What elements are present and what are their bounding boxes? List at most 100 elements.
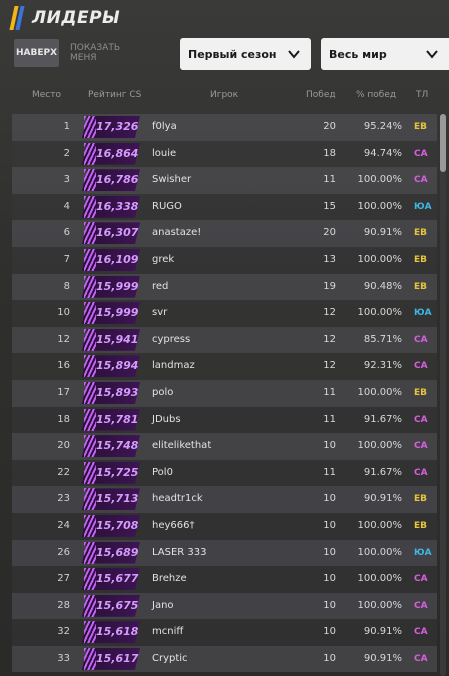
player-name[interactable]: cypress (152, 327, 292, 354)
winpct-cell: 91.67% (363, 413, 402, 425)
rating-badge: 15,713 (82, 488, 142, 511)
player-name[interactable]: f0lya (152, 114, 292, 141)
table-row[interactable]: 16 15,894 landmaz 12 92.31% CA (12, 353, 437, 380)
player-name[interactable]: Jano (152, 593, 292, 620)
player-name[interactable]: mcniff (152, 619, 292, 646)
wins-cell: 18 (323, 147, 336, 159)
header-winpct[interactable]: % побед (356, 90, 396, 100)
rating-stripes-icon (84, 488, 96, 511)
rating-stripes-icon (84, 328, 96, 351)
player-name[interactable]: Swisher (152, 167, 292, 194)
winpct-cell: 90.91% (363, 227, 402, 239)
player-name[interactable]: hey666† (152, 513, 292, 540)
rating-value: 15,725 (96, 465, 139, 479)
season-select[interactable]: Первый сезон (180, 38, 311, 70)
player-name[interactable]: anastaze! (152, 220, 292, 247)
rating-stripes-icon (84, 116, 96, 138)
table-row[interactable]: 20 15,748 elitelikethat 10 100.00% CA (12, 433, 437, 460)
player-name[interactable]: polo (152, 380, 292, 407)
show-me-button[interactable]: ПОКАЗАТЬ МЕНЯ (70, 39, 140, 67)
rating-stripes-icon (84, 222, 96, 245)
player-name[interactable]: red (152, 274, 292, 301)
table-row[interactable]: 33 15,617 Cryptic 10 90.91% CA (12, 645, 437, 673)
header-rank[interactable]: Место (32, 90, 61, 100)
rating-stripes-icon (84, 568, 96, 591)
winpct-cell: 95.24% (363, 121, 402, 132)
player-name[interactable]: headtr1ck (152, 486, 292, 513)
player-name[interactable]: elitelikethat (152, 433, 292, 460)
scrollbar-thumb[interactable] (440, 114, 446, 172)
player-name[interactable]: grek (152, 247, 292, 274)
table-row[interactable]: 32 15,618 mcniff 10 90.91% CA (12, 619, 437, 646)
table-row[interactable]: 24 15,708 hey666† 10 100.00% EB (12, 512, 437, 540)
rank-cell: 17 (57, 386, 70, 398)
wins-cell: 15 (323, 200, 336, 212)
player-name[interactable]: Pol0 (152, 460, 292, 487)
player-name[interactable]: landmaz (152, 353, 292, 380)
rank-cell: 22 (57, 466, 70, 478)
player-name[interactable]: louie (152, 141, 292, 168)
rating-stripes-icon (84, 647, 96, 670)
table-row[interactable]: 23 15,713 headtr1ck 10 90.91% EB (12, 486, 437, 513)
rating-value: 15,999 (96, 279, 139, 293)
page-title: ЛИДЕРЫ (32, 8, 121, 28)
header-wins[interactable]: Побед (306, 90, 336, 100)
rank-cell: 2 (63, 147, 70, 159)
table-row[interactable]: 10 15,999 svr 12 100.00% ЮА (12, 300, 437, 327)
rank-cell: 26 (57, 546, 70, 558)
header-rating[interactable]: Рейтинг CS (88, 90, 141, 100)
player-name[interactable]: svr (152, 300, 292, 327)
chevron-down-icon (426, 50, 438, 59)
rating-badge: 15,941 (82, 328, 142, 351)
region-select-value: Весь мир (329, 47, 387, 61)
table-row[interactable]: 22 15,725 Pol0 11 91.67% CA (12, 459, 437, 487)
rating-badge: 15,893 (82, 381, 142, 404)
rating-value: 15,894 (96, 359, 139, 373)
region-select[interactable]: Весь мир (321, 38, 449, 70)
player-name[interactable]: Brehze (152, 566, 292, 593)
rating-badge: 16,307 (82, 222, 142, 245)
rating-badge: 15,894 (82, 355, 142, 378)
table-row[interactable]: 3 16,786 Swisher 11 100.00% CA (12, 167, 437, 194)
region-badge: CA (414, 600, 428, 611)
table-row[interactable]: 4 16,338 RUGO 15 100.00% ЮА (12, 193, 437, 221)
rating-value: 15,617 (96, 651, 139, 665)
table-row[interactable]: 12 15,941 cypress 12 85.71% CA (12, 326, 437, 354)
table-row[interactable]: 28 15,675 Jano 10 100.00% CA (12, 592, 437, 620)
table-row[interactable]: 17 15,893 polo 11 100.00% EB (12, 379, 437, 407)
leaderboard-list: 1 17,326 f0lya 20 95.24% EB 2 16,864 lou… (12, 114, 437, 673)
winpct-cell: 90.91% (363, 493, 402, 505)
table-row[interactable]: 2 16,864 louie 18 94.74% CA (12, 140, 437, 168)
player-name[interactable]: JDubs (152, 407, 292, 434)
winpct-cell: 100.00% (357, 546, 403, 558)
rating-badge: 15,781 (82, 408, 142, 431)
scrollbar[interactable] (440, 114, 446, 676)
table-row[interactable]: 8 15,999 red 19 90.48% EB (12, 273, 437, 301)
table-row[interactable]: 18 15,781 JDubs 11 91.67% CA (12, 406, 437, 434)
table-row[interactable]: 27 15,677 Brehze 10 100.00% CA (12, 566, 437, 593)
rating-badge: 16,338 (82, 195, 142, 218)
player-name[interactable]: LASER 333 (152, 540, 292, 567)
wins-cell: 10 (323, 519, 336, 531)
table-row[interactable]: 7 16,109 grek 13 100.00% EB (12, 246, 437, 274)
rating-stripes-icon (84, 248, 96, 271)
rating-stripes-icon (84, 169, 96, 192)
table-row[interactable]: 26 15,689 LASER 333 10 100.00% ЮА (12, 539, 437, 567)
rank-cell: 18 (57, 413, 70, 425)
rating-stripes-icon (84, 461, 96, 484)
header-region[interactable]: ТЛ (416, 90, 428, 100)
rating-value: 16,338 (96, 199, 139, 213)
table-row[interactable]: 1 17,326 f0lya 20 95.24% EB (12, 114, 437, 141)
region-badge: EB (414, 520, 428, 531)
player-name[interactable]: Cryptic (152, 646, 292, 673)
rating-value: 15,748 (96, 439, 139, 453)
header-player[interactable]: Игрок (210, 90, 238, 100)
region-badge: CA (414, 361, 428, 372)
rating-badge: 15,677 (82, 568, 142, 591)
region-badge: ЮА (414, 547, 432, 558)
table-row[interactable]: 6 16,307 anastaze! 20 90.91% EB (12, 220, 437, 247)
player-name[interactable]: RUGO (152, 194, 292, 221)
top-button[interactable]: НАВЕРХ (14, 39, 59, 67)
rating-badge: 15,689 (82, 541, 142, 564)
rating-value: 15,689 (96, 545, 139, 559)
